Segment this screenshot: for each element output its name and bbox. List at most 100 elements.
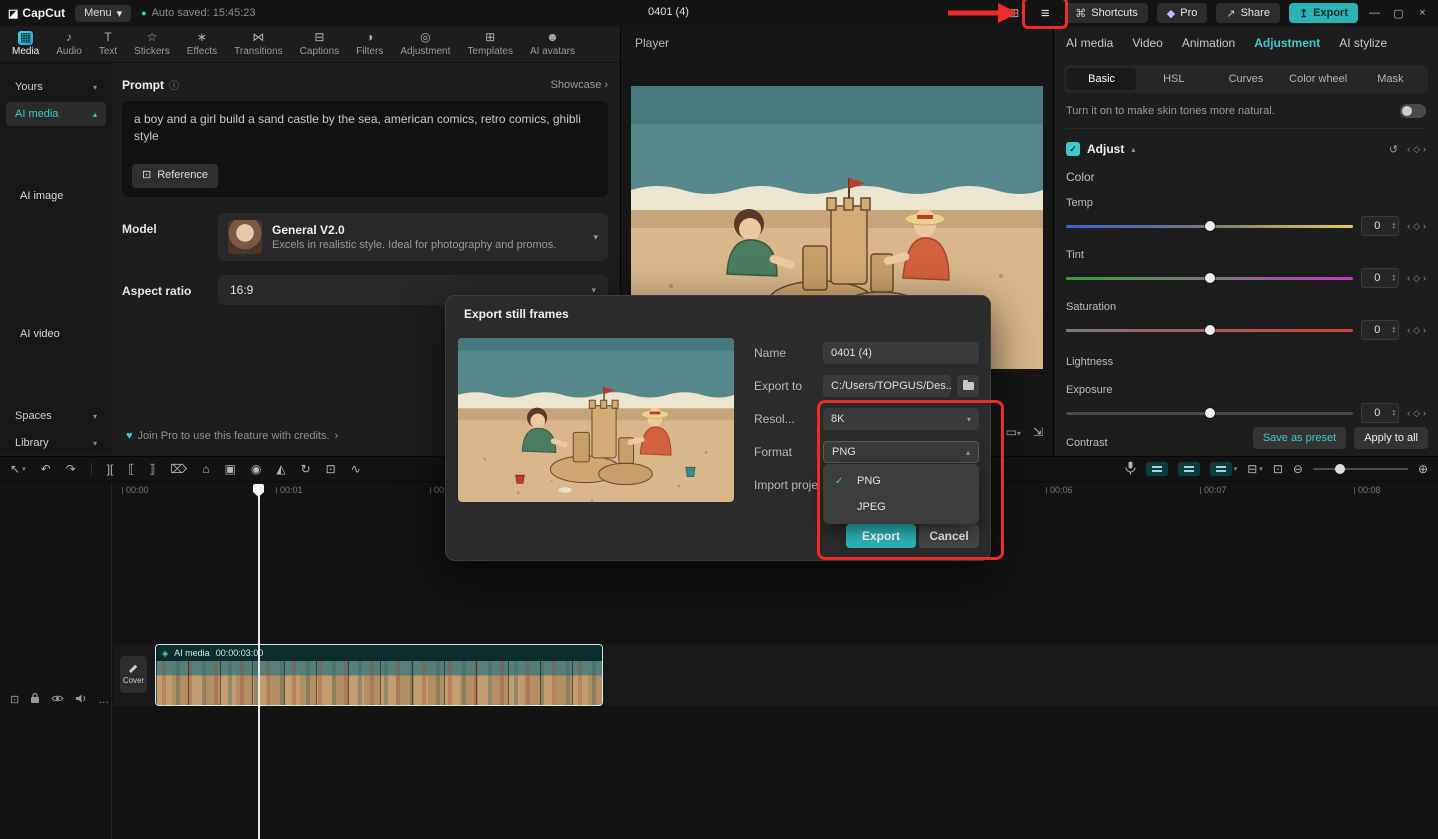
- toolbar-tab-media[interactable]: ▦Media: [12, 31, 39, 56]
- prompt-input[interactable]: a boy and a girl build a sand castle by …: [122, 101, 608, 197]
- keyframe-prev-icon[interactable]: ‹: [1407, 273, 1410, 283]
- cancel-button[interactable]: Cancel: [919, 524, 979, 548]
- track-view-medium-button[interactable]: [1178, 462, 1200, 476]
- stepper[interactable]: ▴▾: [1393, 222, 1396, 230]
- minimize-button[interactable]: —: [1367, 7, 1382, 19]
- exposure-value-input[interactable]: 0▴▾: [1361, 403, 1399, 423]
- track-view-small-button[interactable]: [1146, 462, 1168, 476]
- trim-right-button[interactable]: ⟧: [149, 462, 155, 476]
- voiceover-button[interactable]: [1125, 461, 1136, 478]
- exposure-slider[interactable]: [1066, 412, 1353, 415]
- speed-graph-button[interactable]: ∿: [351, 462, 361, 476]
- split-button[interactable]: ][: [107, 462, 114, 476]
- toolbar-tab-audio[interactable]: ♪Audio: [56, 31, 82, 56]
- toolbar-tab-stickers[interactable]: ☆Stickers: [134, 31, 170, 56]
- toolbar-tab-templates[interactable]: ⊞Templates: [467, 31, 513, 56]
- maximize-button[interactable]: ▢: [1391, 7, 1406, 20]
- showcase-link[interactable]: Showcase›: [551, 79, 608, 91]
- share-button[interactable]: ↗ Share: [1216, 3, 1280, 23]
- toolbar-tab-captions[interactable]: ⊟Captions: [300, 31, 339, 56]
- tab-adjustment[interactable]: Adjustment: [1254, 36, 1320, 50]
- reference-button[interactable]: ⊡ Reference: [132, 164, 218, 188]
- crop-button[interactable]: ⊡: [326, 462, 336, 476]
- tab-ai-media[interactable]: AI media: [1066, 36, 1113, 50]
- keyframe-icon[interactable]: ◇: [1413, 408, 1420, 419]
- toolbar-tab-text[interactable]: TText: [99, 31, 117, 56]
- mirror-button[interactable]: ◭: [276, 462, 285, 476]
- redo-button[interactable]: ↷: [66, 462, 76, 476]
- keyframe-next-icon[interactable]: ›: [1423, 144, 1426, 154]
- sidebar-item-yours[interactable]: Yours▾: [6, 75, 106, 99]
- skin-tone-toggle[interactable]: [1400, 104, 1426, 118]
- subtab-color-wheel[interactable]: Color wheel: [1284, 68, 1353, 90]
- name-input[interactable]: 0401 (4): [823, 342, 979, 364]
- tab-video[interactable]: Video: [1132, 36, 1162, 50]
- format-select[interactable]: PNG▴: [823, 441, 979, 463]
- sidebar-item-spaces[interactable]: Spaces▾: [6, 404, 106, 428]
- fullscreen-button[interactable]: ⇲: [1033, 425, 1043, 439]
- shortcuts-button[interactable]: ⌘ Shortcuts: [1065, 3, 1147, 23]
- saturation-value-input[interactable]: 0▴▾: [1361, 320, 1399, 340]
- sidebar-item-ai-media[interactable]: AI media▴: [6, 102, 106, 126]
- tab-ai-stylize[interactable]: AI stylize: [1339, 36, 1387, 50]
- saturation-slider-thumb[interactable]: [1205, 325, 1215, 335]
- export-button[interactable]: ↥ Export: [1289, 3, 1358, 23]
- keyframe-next-icon[interactable]: ›: [1423, 221, 1426, 231]
- menu-button[interactable]: Menu ▾: [75, 5, 131, 22]
- sidebar-item-library[interactable]: Library▾: [6, 431, 106, 455]
- tab-animation[interactable]: Animation: [1182, 36, 1235, 50]
- record-button[interactable]: ◉: [251, 462, 261, 476]
- export-confirm-button[interactable]: Export: [846, 524, 916, 548]
- resolution-select[interactable]: 8K▾: [823, 408, 979, 430]
- tint-slider-thumb[interactable]: [1205, 273, 1215, 283]
- export-path-input[interactable]: C:/Users/TOPGUS/Des...: [823, 375, 951, 397]
- stepper[interactable]: ▴▾: [1393, 409, 1396, 417]
- keyframe-next-icon[interactable]: ›: [1423, 325, 1426, 335]
- subtab-mask[interactable]: Mask: [1356, 68, 1425, 90]
- undo-button[interactable]: ↶: [41, 462, 51, 476]
- toolbar-tab-effects[interactable]: ∗Effects: [187, 31, 217, 56]
- join-pro-banner[interactable]: ♥ Join Pro to use this feature with cred…: [126, 430, 338, 442]
- adjust-enable-checkbox[interactable]: ✓: [1066, 142, 1080, 156]
- toolbar-tab-filters[interactable]: ◑Filters: [356, 31, 383, 56]
- panel-menu-button[interactable]: ≡: [1034, 5, 1056, 22]
- temp-value-input[interactable]: 0▴▾: [1361, 216, 1399, 236]
- keyframe-icon[interactable]: ◇: [1413, 144, 1420, 155]
- keyframe-icon[interactable]: ◇: [1413, 273, 1420, 284]
- track-align-button[interactable]: ⊟▾: [1247, 462, 1263, 476]
- exposure-slider-thumb[interactable]: [1205, 408, 1215, 418]
- tint-value-input[interactable]: 0▴▾: [1361, 268, 1399, 288]
- browse-folder-button[interactable]: [957, 375, 979, 397]
- track-view-large-button[interactable]: ▾: [1210, 462, 1238, 476]
- keyframe-icon[interactable]: ◇: [1413, 221, 1420, 232]
- save-as-preset-button[interactable]: Save as preset: [1253, 427, 1346, 449]
- cover-button[interactable]: Cover: [120, 656, 147, 693]
- keyframe-icon[interactable]: ◇: [1413, 325, 1420, 336]
- stepper[interactable]: ▴▾: [1393, 274, 1396, 282]
- toolbar-tab-transitions[interactable]: ⋈Transitions: [234, 31, 283, 56]
- keyframe-prev-icon[interactable]: ‹: [1407, 221, 1410, 231]
- sidebar-item-ai-image[interactable]: AI image: [6, 129, 106, 264]
- rotate-button[interactable]: ↻: [301, 462, 311, 476]
- temp-slider-thumb[interactable]: [1205, 221, 1215, 231]
- delete-button[interactable]: ⌦: [170, 462, 187, 476]
- more-icon[interactable]: …: [98, 694, 109, 706]
- timeline-zoom-slider[interactable]: [1313, 468, 1408, 470]
- zoom-out-button[interactable]: ⊖: [1293, 462, 1303, 476]
- keyframe-next-icon[interactable]: ›: [1423, 273, 1426, 283]
- toolbar-tab-adjustment[interactable]: ◎Adjustment: [400, 31, 450, 56]
- pro-button[interactable]: ◆ Pro: [1157, 3, 1208, 23]
- keyframe-prev-icon[interactable]: ‹: [1407, 408, 1410, 418]
- collapse-chevron-icon[interactable]: ▴: [1131, 145, 1135, 154]
- subtab-basic[interactable]: Basic: [1067, 68, 1136, 90]
- trim-left-button[interactable]: ⟦: [128, 462, 134, 476]
- keyframe-prev-icon[interactable]: ‹: [1407, 325, 1410, 335]
- subtab-curves[interactable]: Curves: [1211, 68, 1280, 90]
- format-option-png[interactable]: ✓PNG: [823, 468, 979, 494]
- model-select[interactable]: General V2.0 Excels in realistic style. …: [218, 213, 608, 261]
- subtab-hsl[interactable]: HSL: [1139, 68, 1208, 90]
- ai-media-clip[interactable]: ◈ AI media 00:00:03:00: [155, 644, 603, 706]
- keyframe-prev-icon[interactable]: ‹: [1407, 144, 1410, 154]
- mask-button[interactable]: ⌂: [202, 462, 209, 476]
- lock-icon[interactable]: [30, 692, 40, 707]
